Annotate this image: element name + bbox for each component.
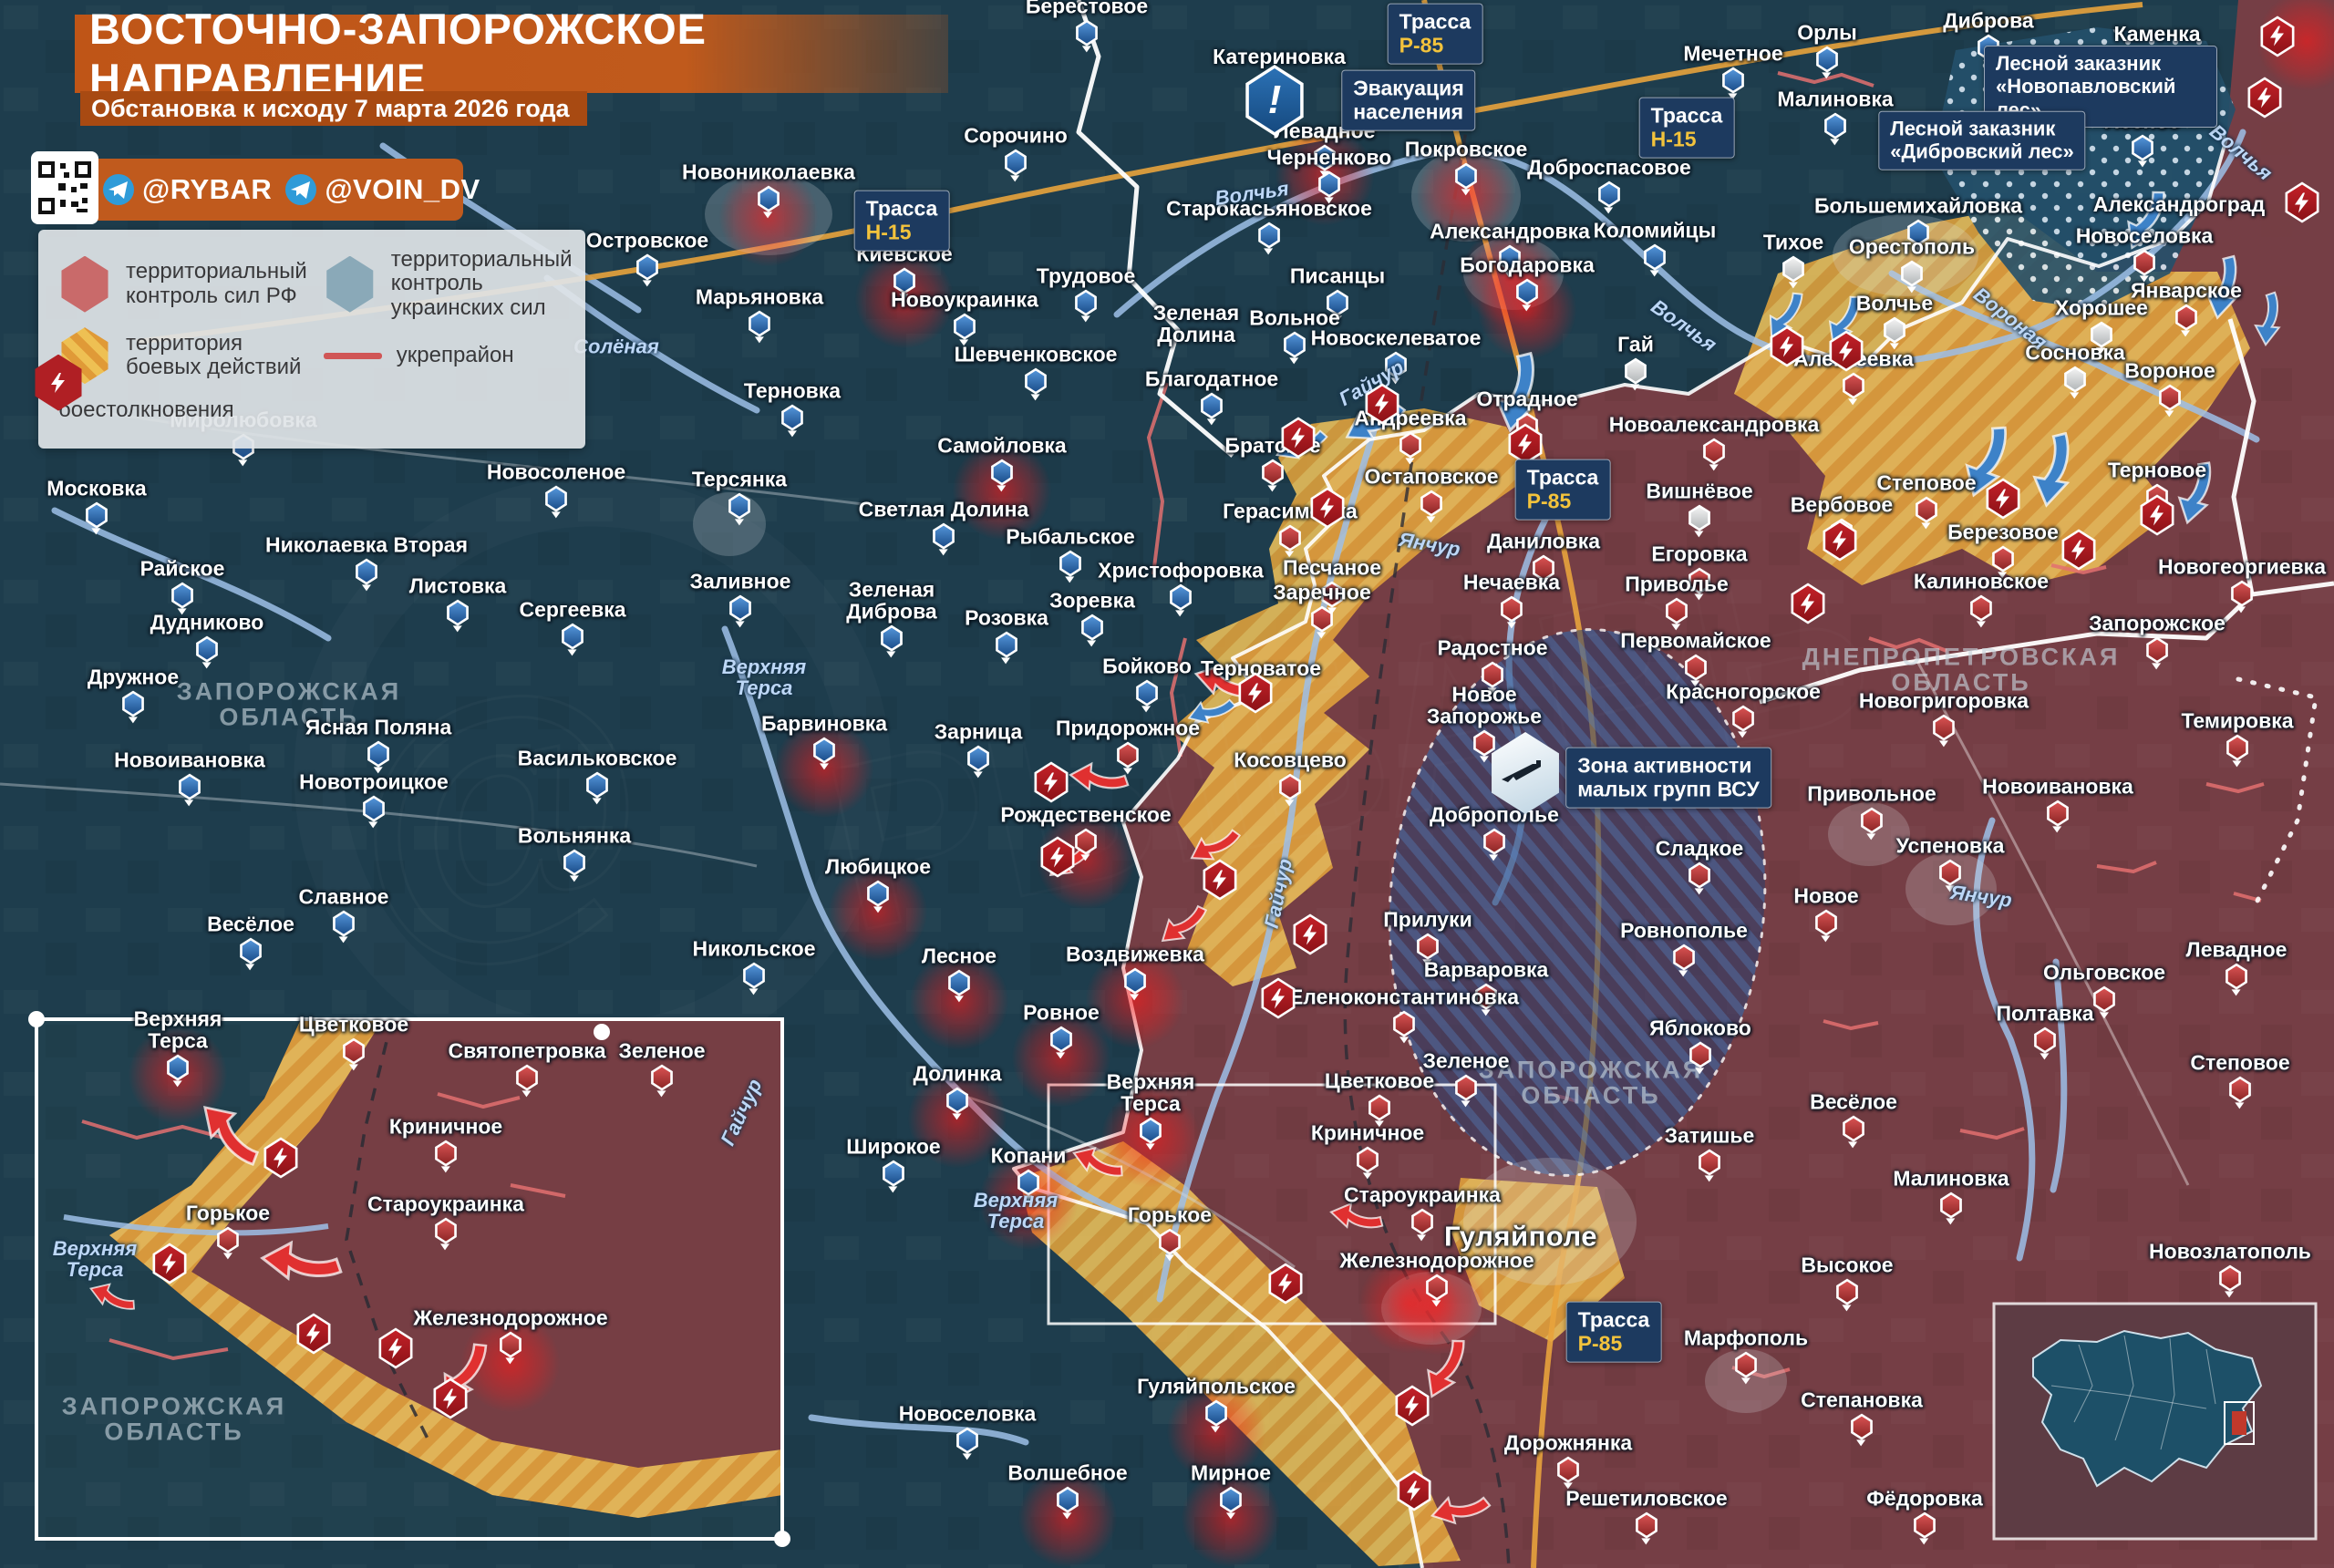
combat-glow xyxy=(952,440,1052,541)
road-badge: ТрассаР-85 xyxy=(1388,4,1483,65)
road-badge: ТрассаН-15 xyxy=(1639,98,1735,159)
map-title: ВОСТОЧНО-ЗАПОРОЖСКОЕ НАПРАВЛЕНИЕ xyxy=(89,4,948,104)
clash-lightning-icon xyxy=(1396,1388,1429,1424)
clash-lightning-icon xyxy=(1269,1266,1302,1302)
road-number: Р-85 xyxy=(1578,1332,1650,1356)
combat-glow xyxy=(854,249,955,349)
qr-pattern xyxy=(36,160,93,216)
road-badge: ТрассаР-85 xyxy=(1515,459,1611,521)
combat-glow xyxy=(1275,126,1375,226)
combat-glow xyxy=(1085,949,1185,1049)
clash-lightning-icon xyxy=(1792,586,1824,622)
clash-lightning-icon xyxy=(1262,981,1295,1016)
road-number: Р-85 xyxy=(1527,490,1599,513)
combat-glow xyxy=(978,1150,1079,1251)
road-badge: ТрассаР-85 xyxy=(1566,1302,1662,1363)
clash-lightning-icon xyxy=(1830,334,1863,369)
combat-glow xyxy=(1477,260,1577,360)
combat-glow xyxy=(718,167,819,267)
clash-lightning-icon xyxy=(1294,917,1327,953)
clash-lightning-icon xyxy=(1823,523,1856,559)
map-subtitle-bar: Обстановка к исходу 7 марта 2026 года xyxy=(80,91,587,126)
clash-lightning-icon xyxy=(1366,387,1399,422)
combat-glow xyxy=(774,718,874,819)
forest-reserve-badge: Лесной заказник «Дибровский лес» xyxy=(1878,111,2085,170)
clash-lightning-icon xyxy=(379,1331,412,1367)
road-number: Н-15 xyxy=(866,221,938,244)
ua-control-hex-icon xyxy=(324,256,377,313)
road-badge-label: Трасса xyxy=(1527,466,1599,490)
combat-glow xyxy=(1017,1468,1118,1568)
clash-lightning-icon xyxy=(1203,862,1236,898)
clash-lightning-icon xyxy=(1239,676,1272,711)
combat-glow xyxy=(1416,144,1516,244)
road-badge-label: Трасса xyxy=(1399,10,1472,34)
legend-item-combat-zone: территория боевых действий xyxy=(58,327,307,384)
evacuation-badge: Эвакуация населения xyxy=(1341,70,1475,131)
combat-glow xyxy=(1181,1468,1281,1568)
clash-lightning-icon xyxy=(434,1381,467,1417)
clash-lightning-icon xyxy=(2261,18,2294,54)
vsu-zone-badge: Зона активности малых групп ВСУ xyxy=(1565,748,1771,809)
ua-advance-arrow xyxy=(2246,288,2286,349)
combat-glow xyxy=(909,951,1009,1051)
ru-advance-arrow xyxy=(255,1228,347,1289)
telegram-channel-voin-dv[interactable]: @VOIN_DV xyxy=(284,173,480,206)
map-subtitle: Обстановка к исходу 7 марта 2026 года xyxy=(91,95,570,123)
forest-reserve-label: Лесной заказник «Дибровский лес» xyxy=(1890,118,2073,164)
clash-lightning-icon xyxy=(264,1140,297,1176)
clash-lightning-icon xyxy=(2141,498,2174,533)
clash-lightning-icon xyxy=(1041,840,1074,875)
legend-item-ru-control: территориальный контроль сил РФ xyxy=(58,248,307,320)
road-badge-label: Трасса xyxy=(1578,1308,1650,1332)
qr-code xyxy=(31,151,98,224)
combat-glow xyxy=(828,861,928,962)
legend-item-clashes: боестолкновения xyxy=(58,391,307,430)
rifle-icon xyxy=(1500,752,1551,792)
clash-lightning-icon xyxy=(1987,481,2019,517)
combat-glow xyxy=(907,1068,1007,1169)
road-number: Н-15 xyxy=(1651,128,1723,151)
map-canvas[interactable]: @ РЫБАРЬ xyxy=(0,0,2334,1568)
clash-lightning-icon xyxy=(297,1316,330,1352)
combat-glow xyxy=(1166,1381,1266,1481)
road-badge: ТрассаН-15 xyxy=(854,191,950,252)
clash-lightning-icon xyxy=(1035,765,1068,800)
clash-lightning-icon xyxy=(1771,329,1803,365)
telegram-channel-rybar[interactable]: @RYBAR xyxy=(102,173,272,206)
clash-lightning-icon xyxy=(1509,427,1542,462)
legend-panel: территориальный контроль сил РФ территор… xyxy=(38,230,585,449)
clash-lightning-icon xyxy=(1282,420,1315,456)
telegram-bar: @RYBAR @VOIN_DV xyxy=(86,159,463,221)
ru-control-hex-icon xyxy=(58,256,111,313)
legend-item-fortified-area: укрепрайон xyxy=(324,327,573,384)
telegram-icon xyxy=(284,173,317,206)
fortified-line-icon xyxy=(324,353,382,359)
clash-lightning-icon xyxy=(2286,185,2319,221)
road-badge-label: Трасса xyxy=(866,197,938,221)
road-number: Р-85 xyxy=(1399,34,1472,57)
clash-lightning-icon xyxy=(2248,80,2281,116)
clash-lightning-icon xyxy=(153,1246,186,1282)
legend-item-ua-control: территориальный контроль украинских сил xyxy=(324,248,573,320)
road-badge-label: Трасса xyxy=(1651,104,1723,128)
ru-advance-arrow xyxy=(1065,753,1132,798)
clash-lightning-icon xyxy=(1311,490,1344,526)
map-title-bar: ВОСТОЧНО-ЗАПОРОЖСКОЕ НАПРАВЛЕНИЕ xyxy=(75,15,948,93)
clash-lightning-icon xyxy=(1398,1473,1430,1509)
clash-lightning-icon xyxy=(2062,532,2095,568)
telegram-icon xyxy=(102,173,135,206)
